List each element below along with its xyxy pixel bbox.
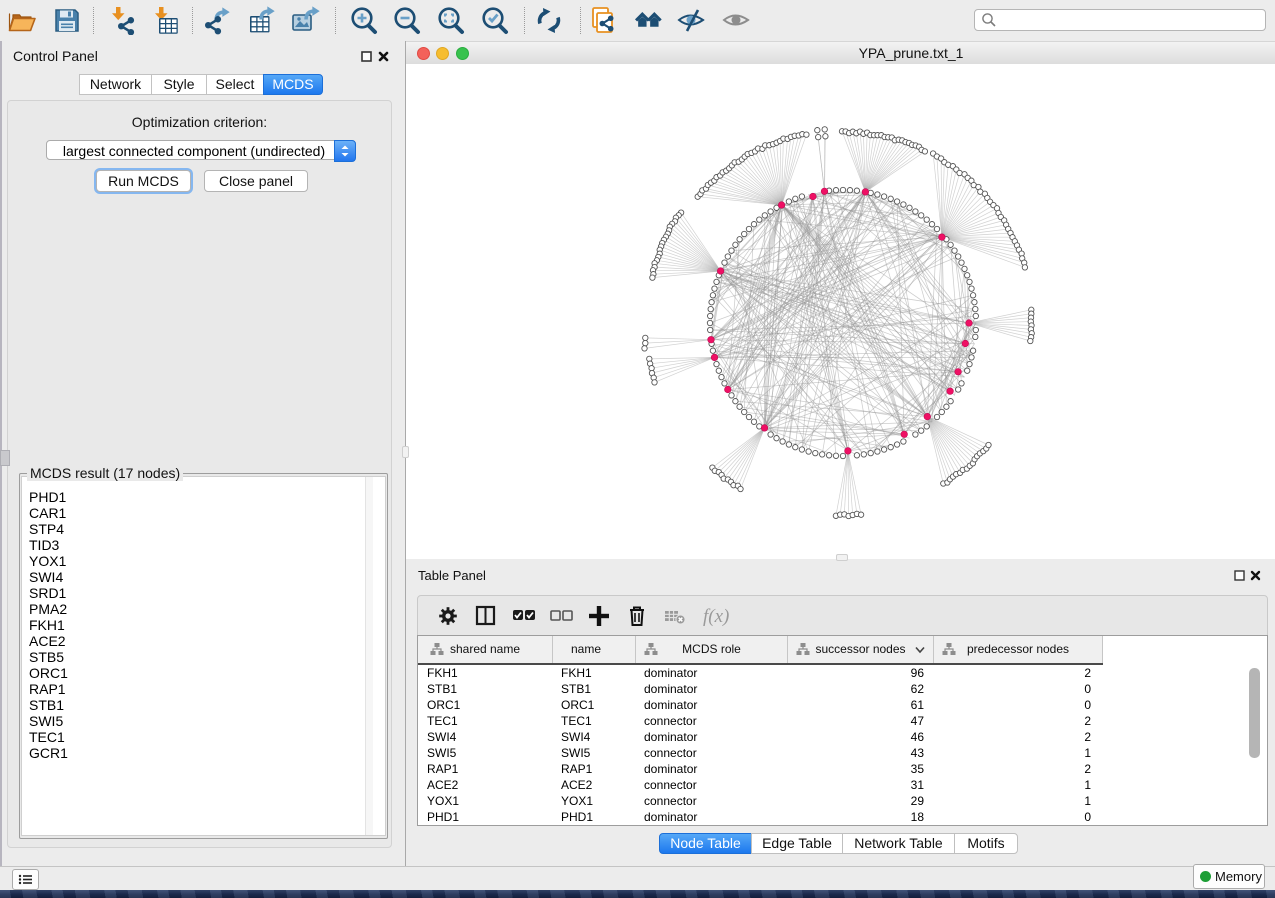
svg-text:f(x): f(x)	[703, 606, 729, 627]
